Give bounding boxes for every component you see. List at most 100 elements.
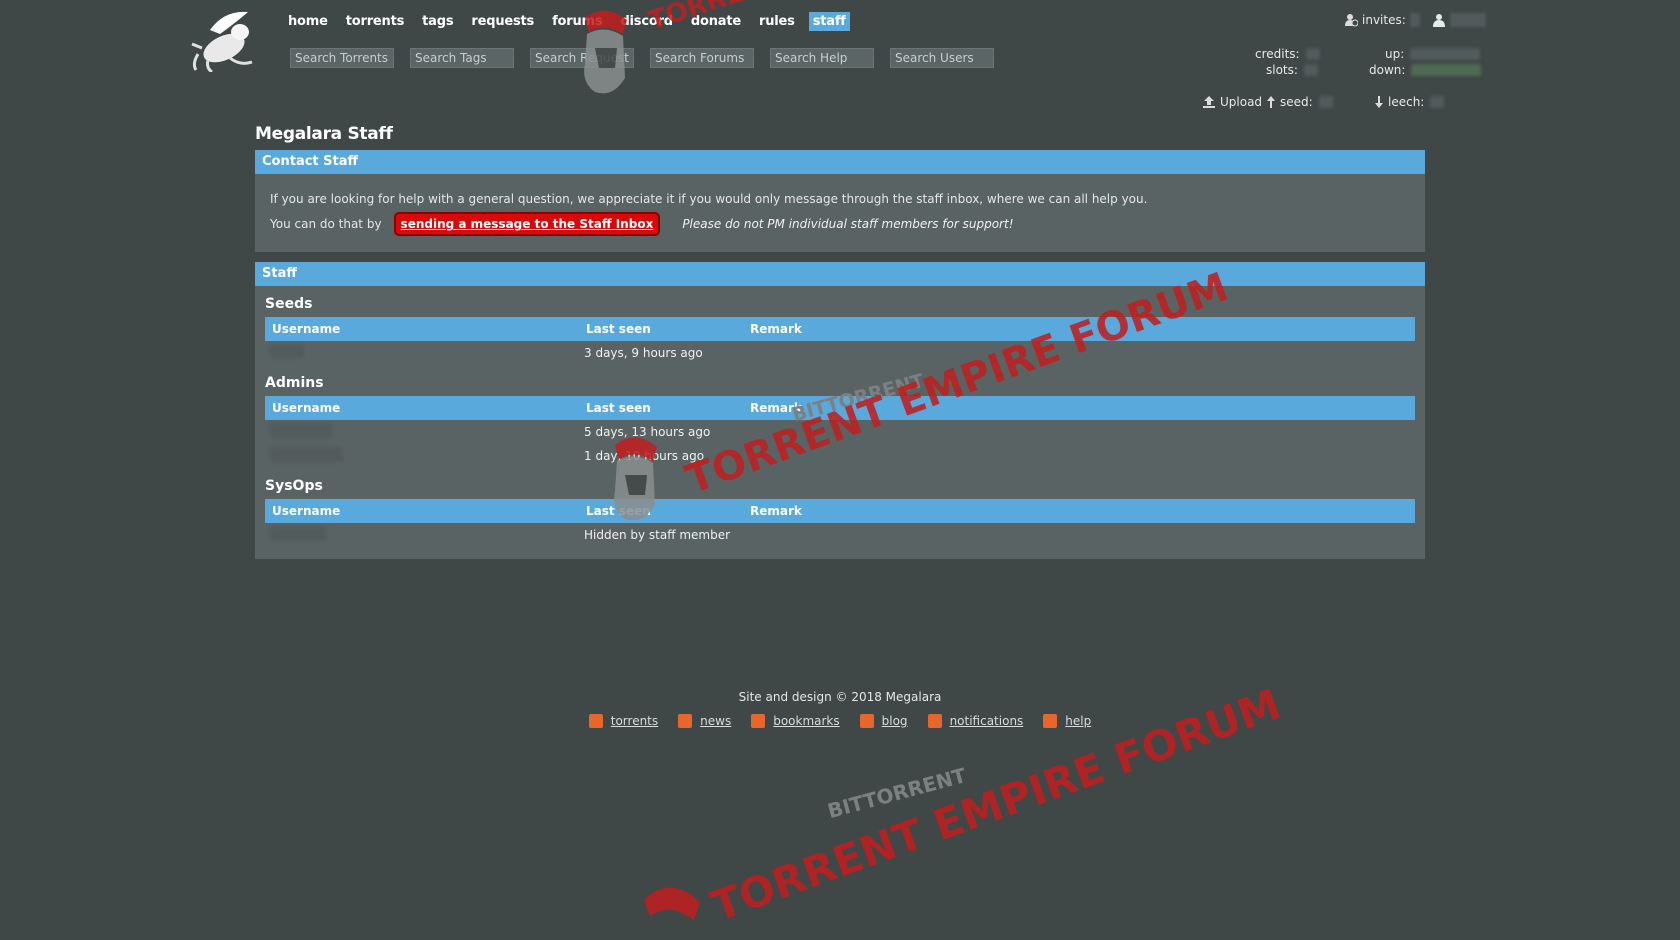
nav-rules[interactable]: rules xyxy=(755,12,799,31)
column-remark: Remark xyxy=(743,396,1415,420)
rss-icon xyxy=(859,714,874,728)
remark-cell xyxy=(743,341,1415,365)
spartan-helmet-icon xyxy=(644,887,700,920)
rss-icon xyxy=(1043,714,1058,728)
last-seen-cell: 5 days, 13 hours ago xyxy=(584,425,711,439)
search-help-input[interactable] xyxy=(770,48,874,68)
last-seen-cell: 1 day, 10 hours ago xyxy=(584,449,705,463)
contact-staff-box: Contact Staff If you are looking for hel… xyxy=(255,150,1425,252)
column-last-seen: Last seen xyxy=(579,396,743,420)
search-tags-input[interactable] xyxy=(410,48,514,68)
footer-copyright: Site and design © 2018 Megalara xyxy=(738,690,942,704)
arrow-down-icon xyxy=(1375,96,1383,108)
group-title-seeds: Seeds xyxy=(265,296,313,312)
search-forums-input[interactable] xyxy=(650,48,754,68)
nav-home[interactable]: home xyxy=(284,12,332,31)
rss-link-help[interactable]: help xyxy=(1043,714,1091,728)
wasp-logo-icon xyxy=(191,11,253,74)
footer: Site and design © 2018 Megalara torrents… xyxy=(0,690,1680,728)
invites-label: invites: xyxy=(1362,13,1406,27)
nav-discord[interactable]: discord xyxy=(616,12,676,31)
rss-link-label: news xyxy=(700,714,732,728)
rss-link-label: blog xyxy=(881,714,908,728)
last-seen-cell: 3 days, 9 hours ago xyxy=(584,346,703,360)
sysops-table: Username Last seen Remark Hidden by staf… xyxy=(265,499,1415,547)
nav-tags[interactable]: tags xyxy=(418,12,457,31)
staff-box: Staff Seeds Username Last seen Remark 3 … xyxy=(255,262,1425,559)
rss-link-news[interactable]: news xyxy=(678,714,731,728)
search-requests-input[interactable] xyxy=(530,48,634,68)
username-link[interactable] xyxy=(1449,13,1486,27)
last-seen-cell: Hidden by staff member xyxy=(584,528,731,542)
nav-staff[interactable]: staff xyxy=(808,12,850,31)
column-username: Username xyxy=(265,396,579,420)
column-username: Username xyxy=(265,499,579,523)
invites-value xyxy=(1409,13,1420,27)
remark-cell xyxy=(743,444,1415,468)
contact-prefix-text: You can do that by xyxy=(270,217,382,231)
remark-cell xyxy=(743,420,1415,444)
staff-header: Staff xyxy=(255,262,1425,286)
remark-cell xyxy=(743,523,1415,547)
group-title-sysops: SysOps xyxy=(265,478,323,494)
contact-staff-header: Contact Staff xyxy=(255,150,1425,174)
rss-link-blog[interactable]: blog xyxy=(859,714,908,728)
user-stats-bar: invites: credits: slots: up: down: Uploa… xyxy=(1203,12,1486,112)
staff-inbox-button[interactable]: sending a message to the Staff Inbox xyxy=(395,214,659,234)
username-link[interactable] xyxy=(270,423,332,438)
invites-link[interactable]: invites: xyxy=(1344,13,1486,27)
main-content: Megalara Staff Contact Staff If you are … xyxy=(255,124,1425,569)
rss-link-torrents[interactable]: torrents xyxy=(588,714,659,728)
rss-icon xyxy=(678,714,693,728)
leech-label: leech: xyxy=(1388,95,1425,109)
rss-icon xyxy=(927,714,942,728)
arrow-up-icon xyxy=(1267,96,1275,108)
credits-label: credits: xyxy=(1255,47,1300,61)
rss-link-label: help xyxy=(1065,714,1092,728)
main-nav: home torrents tags requests forums disco… xyxy=(284,12,860,31)
nav-requests[interactable]: requests xyxy=(467,12,538,31)
table-row: 5 days, 13 hours ago xyxy=(265,420,1415,444)
seeds-table: Username Last seen Remark 3 days, 9 hour… xyxy=(265,317,1415,365)
column-remark: Remark xyxy=(743,317,1415,341)
nav-torrents[interactable]: torrents xyxy=(342,12,408,31)
upload-link[interactable]: Upload xyxy=(1202,95,1262,109)
rss-link-label: notifications xyxy=(949,714,1024,728)
site-logo[interactable] xyxy=(190,10,258,74)
page-title: Megalara Staff xyxy=(255,124,393,144)
table-row: 3 days, 9 hours ago xyxy=(265,341,1415,365)
nav-donate[interactable]: donate xyxy=(687,12,745,31)
column-username: Username xyxy=(265,317,579,341)
search-users-input[interactable] xyxy=(890,48,994,68)
rss-link-label: bookmarks xyxy=(773,714,840,728)
up-label: up: xyxy=(1385,47,1405,61)
rss-icon xyxy=(588,714,603,728)
upload-icon xyxy=(1203,96,1215,108)
up-value xyxy=(1410,48,1481,60)
nav-forums[interactable]: forums xyxy=(548,12,606,31)
table-row: 1 day, 10 hours ago xyxy=(265,444,1415,468)
username-link[interactable] xyxy=(270,447,342,462)
search-bar xyxy=(290,48,1010,68)
rss-icon xyxy=(751,714,766,728)
rss-link-bookmarks[interactable]: bookmarks xyxy=(751,714,840,728)
leech-value xyxy=(1430,96,1445,108)
seed-value xyxy=(1318,96,1333,108)
user-icon[interactable] xyxy=(1432,13,1446,27)
slots-value xyxy=(1303,64,1318,76)
table-row: Hidden by staff member xyxy=(265,523,1415,547)
username-link[interactable] xyxy=(270,526,326,541)
support-note: Please do not PM individual staff member… xyxy=(682,217,1014,231)
username-link[interactable] xyxy=(270,345,304,358)
column-last-seen: Last seen xyxy=(579,499,743,523)
search-torrents-input[interactable] xyxy=(290,48,394,68)
seed-label: seed: xyxy=(1280,95,1313,109)
user-add-icon xyxy=(1345,14,1358,27)
rss-link-notifications[interactable]: notifications xyxy=(927,714,1024,728)
watermark-small-text: BITTORRENT xyxy=(825,763,969,824)
rss-link-label: torrents xyxy=(610,714,659,728)
upload-label: Upload xyxy=(1220,95,1263,109)
column-remark: Remark xyxy=(743,499,1415,523)
column-last-seen: Last seen xyxy=(579,317,743,341)
contact-intro-text: If you are looking for help with a gener… xyxy=(270,192,1148,206)
